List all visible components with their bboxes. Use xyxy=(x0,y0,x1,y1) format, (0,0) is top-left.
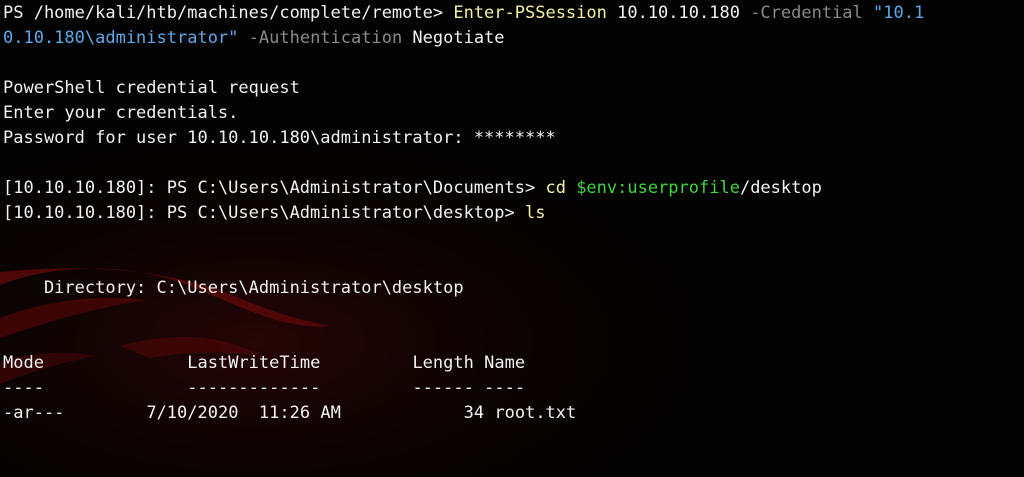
session-command-line-2: 0.10.180\administrator" -Authentication … xyxy=(3,26,924,51)
file-mode: -ar--- xyxy=(3,403,65,423)
shell-prompt: PS /home/kali/htb/machines/complete/remo… xyxy=(3,3,454,23)
column-header-length: Length xyxy=(412,353,474,373)
credential-request-title: PowerShell credential request xyxy=(3,78,300,98)
column-spacer xyxy=(484,403,494,423)
column-spacer xyxy=(44,353,187,373)
remote-ls-command-line[interactable]: [10.10.10.180]: PS C:\Users\Administrato… xyxy=(3,201,924,226)
file-name[interactable]: root.txt xyxy=(494,403,576,423)
password-prompt-line[interactable]: Password for user 10.10.10.180\administr… xyxy=(3,126,924,151)
password-mask: ******** xyxy=(473,128,556,148)
column-spacer xyxy=(320,353,412,373)
underline-name: ---- xyxy=(484,378,526,398)
column-spacer xyxy=(320,378,412,398)
column-spacer xyxy=(474,353,484,373)
authentication-value: Negotiate xyxy=(402,28,505,48)
command-name: ls xyxy=(524,203,546,223)
table-row[interactable]: -ar--- 7/10/2020 11:26 AM 34 root.txt xyxy=(3,401,924,426)
parameter-credential: -Credential xyxy=(750,3,863,23)
column-header-lastwritetime: LastWriteTime xyxy=(187,353,321,373)
column-spacer xyxy=(341,403,464,423)
remote-prompt: [10.10.10.180]: PS C:\Users\Administrato… xyxy=(3,203,525,223)
file-time: 11:26 AM xyxy=(258,403,341,423)
command-name: Enter-PSSession xyxy=(453,3,607,23)
separator xyxy=(863,3,873,23)
remote-prompt: [10.10.10.180]: PS C:\Users\Administrato… xyxy=(3,178,546,198)
underline-length: ------ xyxy=(412,378,474,398)
terminal-window[interactable]: PS /home/kali/htb/machines/complete/remo… xyxy=(0,0,1024,477)
separator xyxy=(566,178,576,198)
command-name: cd xyxy=(545,178,566,198)
column-header-mode: Mode xyxy=(3,353,44,373)
remote-cd-command-line: [10.10.10.180]: PS C:\Users\Administrato… xyxy=(3,176,924,201)
path-suffix: /desktop xyxy=(739,178,822,198)
password-label: Password for user 10.10.10.180\administr… xyxy=(3,128,474,148)
directory-header: Directory: C:\Users\Administrator\deskto… xyxy=(3,278,464,298)
file-length: 34 xyxy=(463,403,485,423)
listing-header-row: Mode LastWriteTime Length Name xyxy=(3,351,924,376)
command-argument: 10.10.10.180 xyxy=(606,3,751,23)
separator xyxy=(238,28,248,48)
column-spacer xyxy=(64,403,146,423)
column-header-name: Name xyxy=(484,353,526,373)
session-command-line-1: PS /home/kali/htb/machines/complete/remo… xyxy=(3,1,924,26)
parameter-authentication: -Authentication xyxy=(248,28,403,48)
column-spacer xyxy=(474,378,484,398)
environment-variable: $env:userprofile xyxy=(576,178,740,198)
terminal-output[interactable]: PS /home/kali/htb/machines/complete/remo… xyxy=(3,1,924,426)
credential-instruction: Enter your credentials. xyxy=(3,103,239,123)
underline-mode: ---- xyxy=(3,378,44,398)
column-spacer xyxy=(238,403,258,423)
underline-lastwritetime: ------------- xyxy=(187,378,321,398)
credential-string-part2: 0.10.180\administrator" xyxy=(3,28,239,48)
listing-underline-row: ---- ------------- ------ ---- xyxy=(3,376,924,401)
credential-string-part1: "10.1 xyxy=(873,3,925,23)
file-date: 7/10/2020 xyxy=(146,403,239,423)
column-spacer xyxy=(44,378,187,398)
